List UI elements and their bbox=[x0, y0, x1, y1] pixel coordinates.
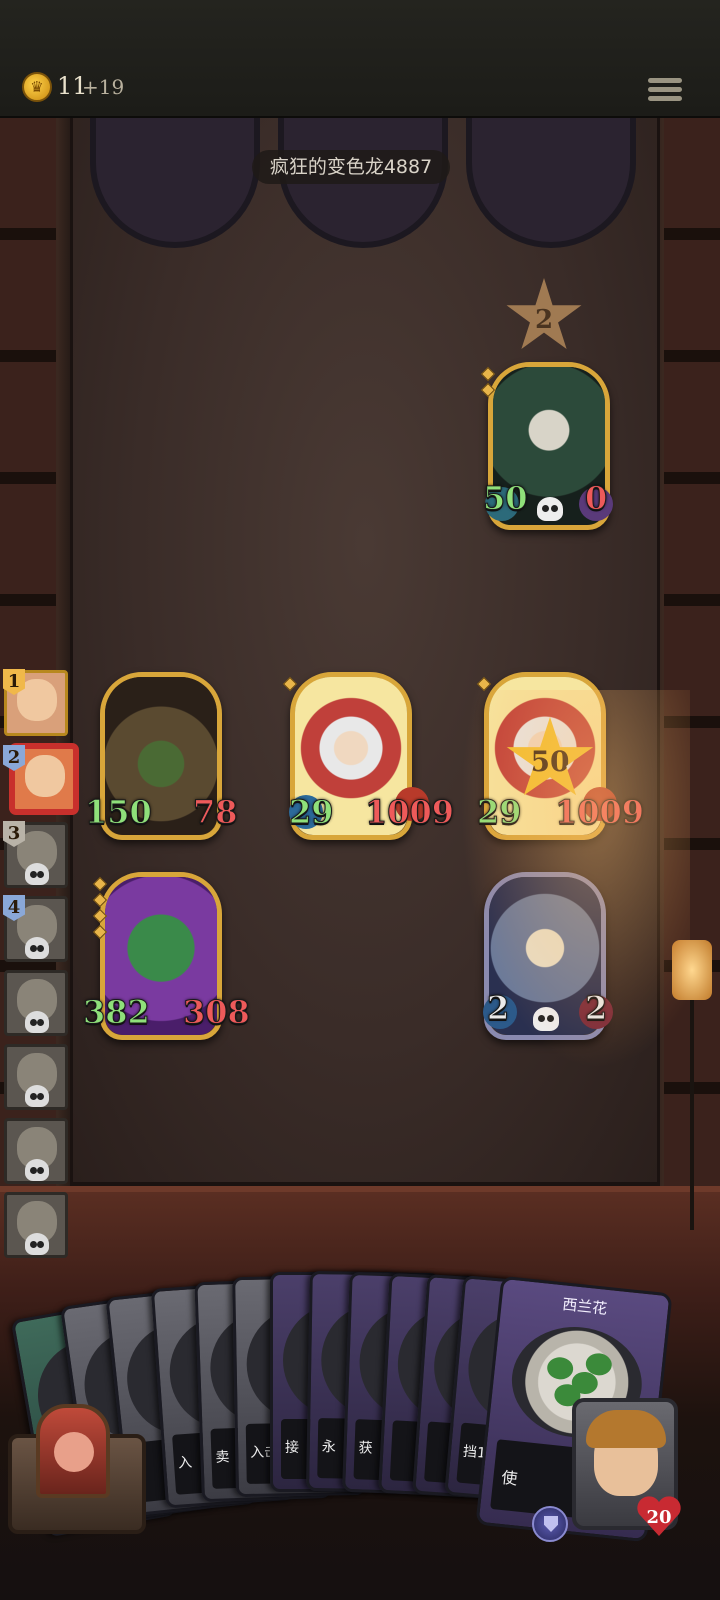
unit-health: 1009 bbox=[554, 793, 645, 832]
skull-icon bbox=[533, 1007, 559, 1031]
unit-attack: 382 bbox=[83, 993, 151, 1032]
player-avatar bbox=[25, 755, 65, 797]
unit-health: 1009 bbox=[364, 793, 455, 832]
queue-player[interactable]: 2 bbox=[3, 745, 76, 812]
skull-icon bbox=[25, 1085, 49, 1107]
enemy-unit-skeleton-mage[interactable]: 50 0 bbox=[480, 362, 613, 530]
unit-attack: 2 bbox=[486, 989, 510, 1028]
player-unit-goblin-scarecrow[interactable]: 150 78 bbox=[85, 672, 238, 840]
queue-player[interactable]: 3 bbox=[3, 821, 68, 888]
player-unit-swamp-treant[interactable]: 382 308 bbox=[83, 872, 250, 1040]
street-lamp bbox=[664, 900, 720, 1230]
unit-attack: 29 bbox=[289, 793, 335, 832]
queue-player[interactable]: 4 bbox=[3, 895, 68, 962]
player-unit-dwarf-warrior[interactable]: 50 29 1009 bbox=[477, 672, 645, 840]
shop-button[interactable] bbox=[36, 1404, 110, 1498]
shield-icon[interactable] bbox=[532, 1506, 568, 1542]
skull-icon bbox=[25, 1233, 49, 1255]
player-unit-robot-pod[interactable]: 2 2 bbox=[483, 872, 613, 1040]
shopkeeper-icon bbox=[54, 1432, 94, 1472]
queue-player[interactable] bbox=[4, 1044, 68, 1110]
skull-icon bbox=[25, 1159, 49, 1181]
skull-icon bbox=[537, 497, 563, 521]
queue-player[interactable]: 1 bbox=[3, 669, 68, 736]
player-unit-dwarf-warrior[interactable]: 29 1009 bbox=[282, 672, 455, 840]
queue-player[interactable] bbox=[4, 1192, 68, 1258]
skull-icon bbox=[25, 937, 49, 959]
unit-health: 2 bbox=[584, 989, 608, 1028]
top-bar: ♛ 11 +19 bbox=[0, 0, 720, 118]
hamburger-menu-icon[interactable] bbox=[648, 78, 682, 110]
skull-icon bbox=[25, 1011, 49, 1033]
skull-icon bbox=[25, 863, 49, 885]
unit-health: 0 bbox=[584, 479, 608, 518]
unit-health: 78 bbox=[193, 793, 239, 832]
opponent-name: 疯狂的变色龙4887 bbox=[252, 150, 450, 184]
unit-health: 308 bbox=[183, 993, 251, 1032]
unit-attack: 50 bbox=[483, 479, 529, 518]
queue-player[interactable] bbox=[4, 970, 68, 1036]
unit-attack: 150 bbox=[85, 793, 153, 832]
crown-coin-icon: ♛ bbox=[22, 72, 52, 102]
coin-income: +19 bbox=[82, 75, 125, 99]
unit-attack: 29 bbox=[477, 793, 523, 832]
queue-player[interactable] bbox=[4, 1118, 68, 1184]
card-title: 西兰花 bbox=[561, 1295, 609, 1318]
